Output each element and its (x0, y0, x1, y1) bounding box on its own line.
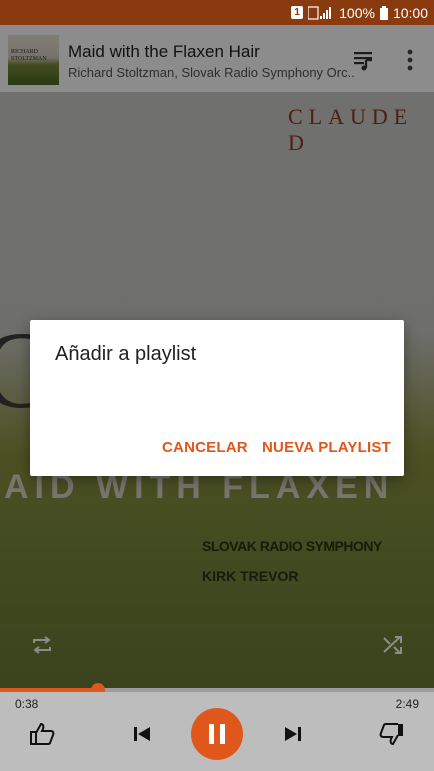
new-playlist-button[interactable]: NUEVA PLAYLIST (262, 439, 391, 456)
thumbs-up-icon[interactable] (28, 720, 56, 748)
sim-badge: 1 (291, 6, 304, 19)
battery-percent: 100% (339, 4, 375, 21)
battery-icon (379, 5, 388, 20)
next-track-icon[interactable] (281, 722, 305, 746)
sim-icon: 1 (291, 6, 304, 19)
pause-icon (209, 724, 225, 744)
signal-icon (308, 5, 334, 20)
clock: 10:00 (392, 4, 428, 21)
time-elapsed: 0:38 (15, 697, 39, 711)
status-bar: 1 100% 10:00 (0, 0, 434, 25)
add-to-playlist-dialog: Añadir a playlist CANCELAR NUEVA PLAYLIS… (30, 320, 404, 476)
time-total: 2:49 (395, 697, 419, 711)
thumbs-down-icon[interactable] (378, 720, 406, 748)
dialog-title: Añadir a playlist (55, 343, 197, 365)
previous-track-icon[interactable] (130, 722, 154, 746)
pause-button[interactable] (191, 708, 243, 760)
cancel-button[interactable]: CANCELAR (162, 439, 248, 456)
